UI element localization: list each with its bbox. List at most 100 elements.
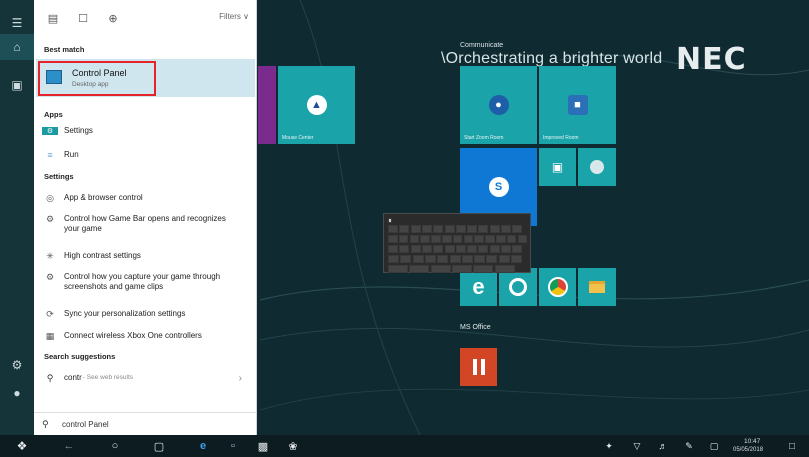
keyboard-key[interactable]: [512, 225, 523, 233]
setting-result[interactable]: ⚙ Control how you capture your game thro…: [42, 272, 250, 296]
clock-time[interactable]: 10:47: [744, 438, 760, 445]
keyboard-key[interactable]: [506, 235, 517, 243]
tile-office[interactable]: [460, 348, 497, 386]
keyboard-key[interactable]: [478, 225, 489, 233]
keyboard-key[interactable]: [424, 255, 436, 263]
keyboard-key[interactable]: [498, 255, 510, 263]
search-input[interactable]: [62, 419, 232, 429]
keyboard-key[interactable]: [433, 245, 444, 253]
keyboard-key[interactable]: [463, 235, 474, 243]
tile-improved-room[interactable]: ■ Improved Room: [539, 66, 616, 144]
on-screen-keyboard[interactable]: [383, 213, 531, 273]
keyboard-key[interactable]: [444, 245, 455, 253]
gear-icon[interactable]: ⚙: [0, 352, 34, 378]
keyboard-key[interactable]: [496, 235, 506, 243]
keyboard-key[interactable]: [421, 245, 432, 253]
tile-file-explorer[interactable]: [578, 268, 616, 306]
keyboard-key[interactable]: [398, 235, 409, 243]
keyboard-key[interactable]: [455, 225, 466, 233]
keyboard-key[interactable]: [388, 235, 398, 243]
app-result-run[interactable]: ≡ Run: [42, 147, 250, 163]
web-suggestion[interactable]: ⚲ contr - See web results ›: [42, 370, 250, 386]
app-result-settings[interactable]: ⚙ Settings: [42, 123, 250, 139]
keyboard-key[interactable]: [412, 255, 424, 263]
notifications-icon[interactable]: □: [782, 435, 802, 457]
home-icon[interactable]: ⌂: [0, 34, 34, 60]
keyboard-tray-icon[interactable]: ▢: [704, 435, 724, 457]
tile-camera[interactable]: ▣: [539, 148, 576, 186]
keyboard-key[interactable]: [449, 255, 461, 263]
keyboard-key[interactable]: [474, 255, 486, 263]
keyboard-key[interactable]: [485, 235, 495, 243]
keyboard-key[interactable]: [410, 225, 421, 233]
keyboard-key[interactable]: [478, 245, 489, 253]
tile-cortana[interactable]: [499, 268, 537, 306]
keyboard-key[interactable]: [455, 245, 466, 253]
user-icon[interactable]: ●: [0, 380, 34, 406]
volume-tray-icon[interactable]: ♬: [654, 435, 672, 457]
windows-start-icon[interactable]: ❖: [10, 435, 34, 457]
keyboard-key[interactable]: [501, 245, 511, 253]
keyboard-key[interactable]: [420, 235, 430, 243]
setting-result[interactable]: ⟳ Sync your personalization settings: [42, 306, 250, 322]
keyboard-key[interactable]: [421, 225, 432, 233]
keyboard-key[interactable]: [512, 245, 523, 253]
back-arrow-icon[interactable]: ←: [58, 435, 80, 457]
edge-taskbar-icon[interactable]: e: [192, 435, 214, 457]
globe-icon[interactable]: ⊕: [102, 7, 124, 29]
keyboard-key[interactable]: [410, 245, 421, 253]
document-icon[interactable]: ☐: [72, 7, 94, 29]
network-tray-icon[interactable]: ▽: [628, 435, 646, 457]
keyboard-key[interactable]: [399, 245, 410, 253]
tile-start-zoom-room[interactable]: ● Start Zoom Room: [460, 66, 537, 144]
tile-purple[interactable]: [258, 66, 276, 144]
keyboard-key[interactable]: [474, 235, 484, 243]
keyboard-key[interactable]: [486, 255, 498, 263]
pen-tray-icon[interactable]: ✎: [680, 435, 698, 457]
tile-chrome[interactable]: [539, 268, 576, 306]
keyboard-key[interactable]: [433, 225, 444, 233]
keyboard-key[interactable]: [489, 245, 500, 253]
keyboard-key[interactable]: [444, 225, 455, 233]
people-tray-icon[interactable]: ✦: [600, 435, 618, 457]
keyboard-key[interactable]: [494, 265, 515, 273]
keyboard-key[interactable]: [442, 235, 452, 243]
app-taskbar-icon[interactable]: ❀: [282, 435, 304, 457]
documents-icon[interactable]: ▣: [0, 72, 34, 98]
setting-result[interactable]: ◎ App & browser control: [42, 190, 250, 206]
keyboard-key[interactable]: [489, 225, 500, 233]
setting-result[interactable]: ▦ Connect wireless Xbox One controllers: [42, 328, 250, 344]
keyboard-key[interactable]: [437, 255, 449, 263]
keyboard-key[interactable]: [430, 265, 451, 273]
filters-button[interactable]: Filters ∨: [219, 12, 249, 21]
keyboard-key[interactable]: [517, 235, 528, 243]
tile-app-round[interactable]: [578, 148, 616, 186]
setting-result[interactable]: ⚙ Control how Game Bar opens and recogni…: [42, 214, 250, 238]
keyboard-key[interactable]: [431, 235, 441, 243]
store-taskbar-icon[interactable]: ▩: [252, 435, 274, 457]
keyboard-key[interactable]: [388, 218, 392, 223]
keyboard-key[interactable]: [451, 265, 472, 273]
keyboard-key[interactable]: [388, 265, 408, 273]
keyboard-key[interactable]: [409, 265, 430, 273]
keyboard-key[interactable]: [409, 235, 420, 243]
keyboard-key[interactable]: [467, 245, 478, 253]
keyboard-key[interactable]: [388, 225, 398, 233]
keyboard-key[interactable]: [501, 225, 511, 233]
clock-date[interactable]: 05/05/2018: [733, 447, 763, 453]
tile-edge[interactable]: e: [460, 268, 497, 306]
keyboard-key[interactable]: [461, 255, 473, 263]
search-box[interactable]: ⚲: [34, 412, 257, 435]
apps-grid-icon[interactable]: ▤: [42, 7, 64, 29]
hamburger-menu-icon[interactable]: ☰: [0, 10, 34, 36]
keyboard-key[interactable]: [388, 255, 399, 263]
mail-taskbar-icon[interactable]: ▫: [222, 435, 244, 457]
task-view-icon[interactable]: ▢: [148, 435, 170, 457]
keyboard-key[interactable]: [399, 225, 410, 233]
keyboard-key[interactable]: [452, 235, 463, 243]
setting-result[interactable]: ✳ High contrast settings: [42, 248, 250, 264]
keyboard-key[interactable]: [400, 255, 412, 263]
keyboard-key[interactable]: [467, 225, 478, 233]
keyboard-key[interactable]: [473, 265, 494, 273]
keyboard-key[interactable]: [388, 245, 398, 253]
